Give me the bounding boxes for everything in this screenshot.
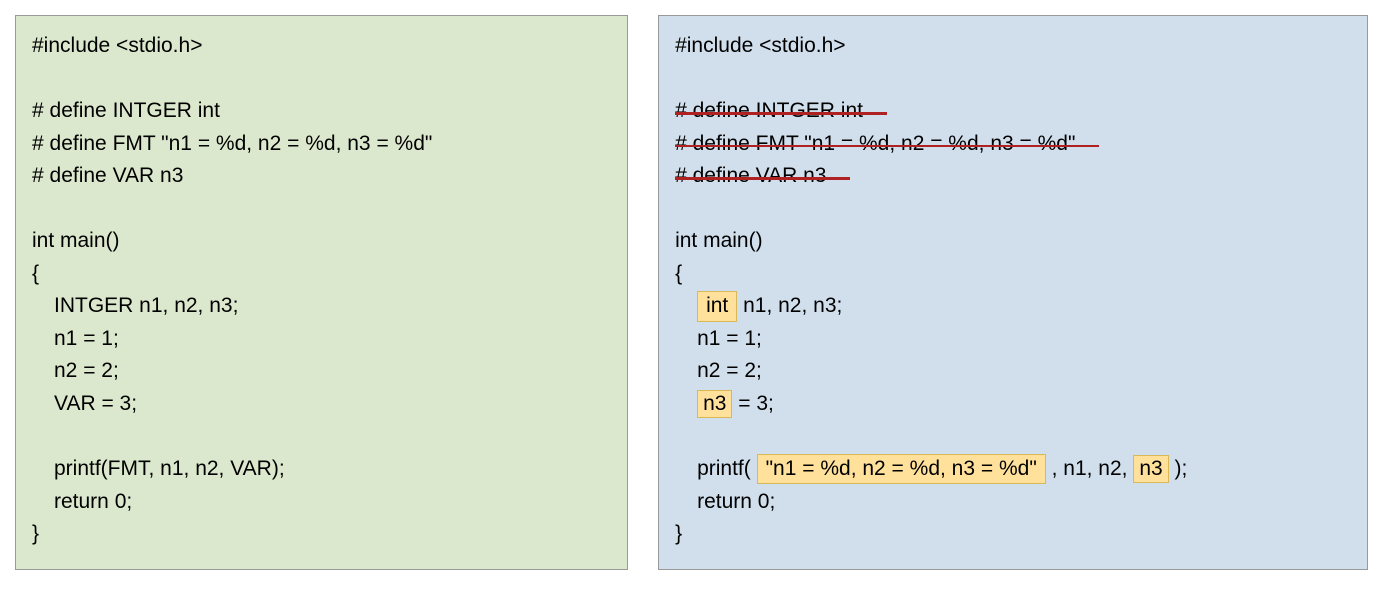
code-line: int main(): [675, 225, 1351, 258]
code-line: # define VAR n3: [32, 160, 611, 193]
code-line: return 0;: [32, 486, 611, 519]
blank-line: [32, 63, 611, 96]
code-line: # define FMT "n1 = %d, n2 = %d, n3 = %d": [32, 128, 611, 161]
code-line: }: [675, 518, 1351, 551]
code-line: printf(FMT, n1, n2, VAR);: [32, 453, 611, 486]
code-line: VAR = 3;: [32, 388, 611, 421]
code-line: # define INTGER int: [32, 95, 611, 128]
highlight-n3: n3: [1133, 455, 1168, 483]
code-line: }: [32, 518, 611, 551]
code-line-struck: # define FMT "n1 = %d, n2 = %d, n3 = %d": [675, 128, 1351, 161]
code-panel-after: #include <stdio.h> # define INTGER int #…: [658, 15, 1368, 570]
blank-line: [675, 193, 1351, 226]
code-line: #include <stdio.h>: [32, 30, 611, 63]
highlight-n3: n3: [697, 390, 732, 418]
code-line: printf( "n1 = %d, n2 = %d, n3 = %d" , n1…: [675, 453, 1351, 486]
code-text: , n1, n2,: [1046, 457, 1134, 480]
code-panel-before: #include <stdio.h> # define INTGER int #…: [15, 15, 628, 570]
code-line: n1 = 1;: [32, 323, 611, 356]
code-text: = 3;: [732, 392, 773, 415]
strike-line: # define FMT "n1 = %d, n2 = %d, n3 = %d": [675, 128, 1075, 161]
code-line: #include <stdio.h>: [675, 30, 1351, 63]
blank-line: [675, 63, 1351, 96]
code-line-struck: # define VAR n3: [675, 160, 1351, 193]
code-line: int main(): [32, 225, 611, 258]
code-line: n2 = 2;: [32, 355, 611, 388]
code-line: n2 = 2;: [675, 355, 1351, 388]
code-line: n1 = 1;: [675, 323, 1351, 356]
blank-line: [32, 193, 611, 226]
strike-line: # define INTGER int: [675, 95, 863, 128]
code-line-struck: # define INTGER int: [675, 95, 1351, 128]
blank-line: [675, 421, 1351, 454]
code-text: printf(: [697, 457, 757, 480]
code-text: );: [1169, 457, 1188, 480]
strike-line: # define VAR n3: [675, 160, 826, 193]
highlight-int: int: [697, 291, 737, 321]
code-line: n3 = 3;: [675, 388, 1351, 421]
highlight-fmt: "n1 = %d, n2 = %d, n3 = %d": [757, 454, 1046, 484]
code-line: {: [675, 258, 1351, 291]
code-line: int n1, n2, n3;: [675, 290, 1351, 323]
code-line: INTGER n1, n2, n3;: [32, 290, 611, 323]
code-text: n1, n2, n3;: [737, 294, 842, 317]
blank-line: [32, 421, 611, 454]
code-line: {: [32, 258, 611, 291]
code-line: return 0;: [675, 486, 1351, 519]
